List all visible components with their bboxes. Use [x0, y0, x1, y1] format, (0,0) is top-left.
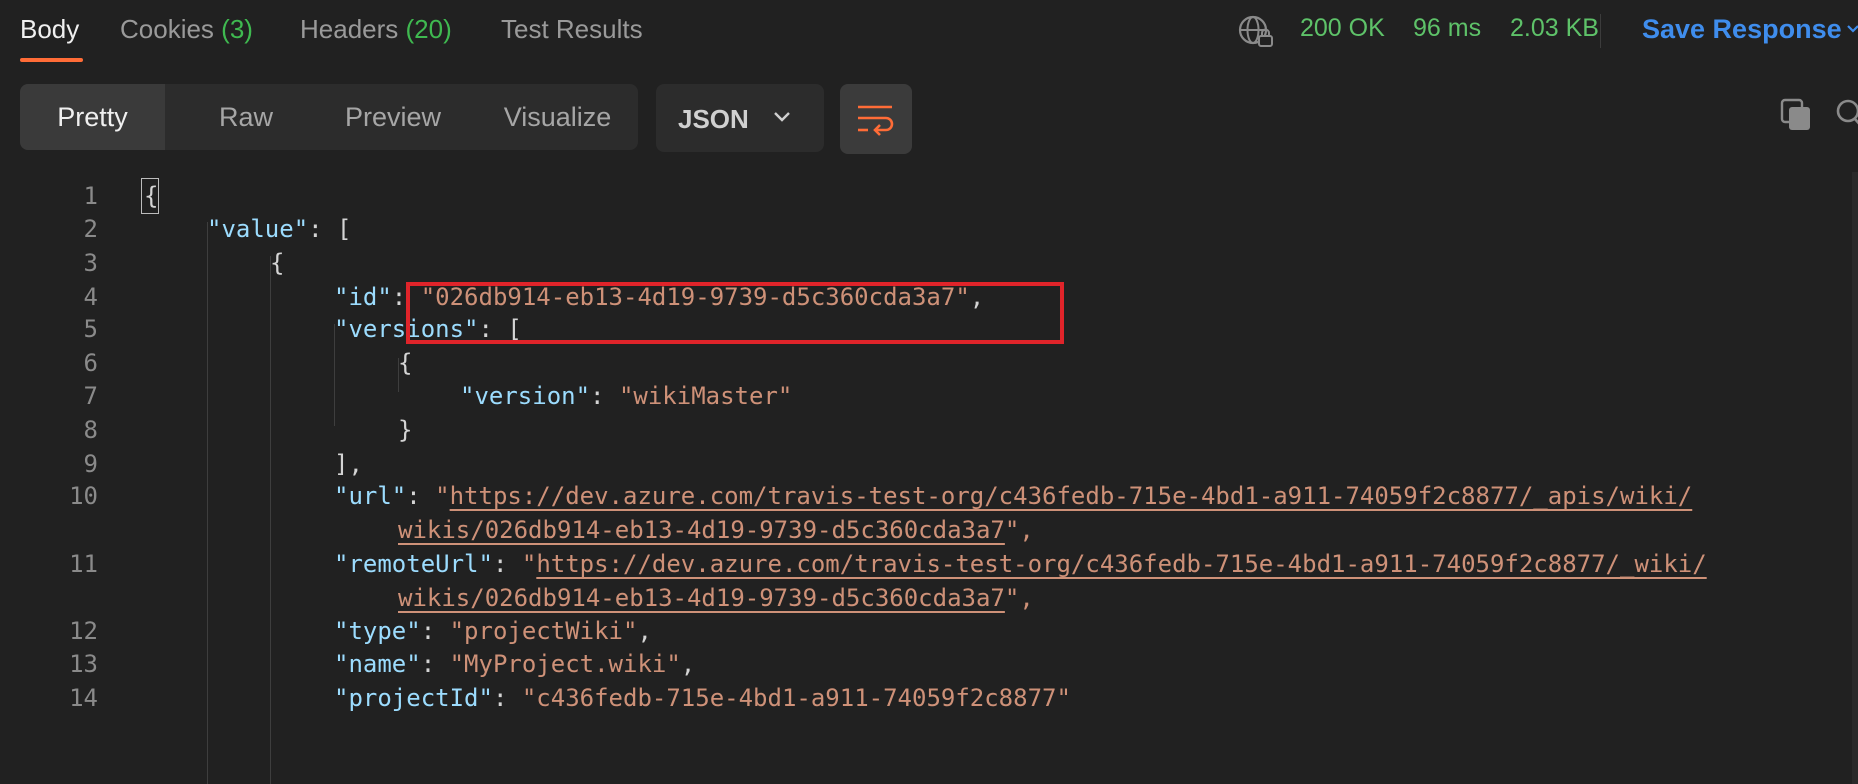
indent-guide [207, 222, 208, 784]
line-number: 14 [69, 684, 98, 712]
line-number: 11 [69, 550, 98, 578]
code-line-8: } [398, 416, 412, 444]
view-preview-button[interactable]: Preview [320, 84, 466, 150]
line-number: 13 [69, 650, 98, 678]
json-quote: " [521, 550, 537, 578]
format-select-value: JSON [678, 104, 749, 134]
json-quote: ", [1004, 584, 1034, 612]
json-punct: : [492, 550, 522, 578]
tab-test-results-label: Test Results [501, 14, 643, 44]
code-line-9: ], [334, 450, 363, 478]
json-punct: ], [334, 450, 363, 478]
code-line-2: "value": [ [207, 215, 352, 243]
response-time[interactable]: 96 ms [1413, 14, 1481, 43]
json-punct: : [406, 482, 436, 510]
json-string: "projectWiki" [449, 617, 638, 645]
code-line-10: "url": "https://dev.azure.com/travis-tes… [334, 482, 1692, 510]
chevron-down-icon[interactable] [1846, 22, 1858, 36]
wrap-lines-icon [858, 105, 894, 136]
tab-test-results[interactable]: Test Results [501, 14, 643, 45]
line-number: 3 [83, 249, 98, 277]
response-body-editor[interactable]: 1 2 3 4 5 6 7 8 9 10 11 12 13 14 { "valu… [0, 172, 1858, 784]
remote-url-link[interactable]: https://dev.azure.com/travis-test-org/c4… [536, 550, 1706, 578]
json-string: "c436fedb-715e-4bd1-a911-74059f2c8877" [521, 684, 1071, 712]
line-number: 2 [83, 215, 98, 243]
scrollbar[interactable] [1852, 172, 1858, 784]
line-number: 6 [83, 349, 98, 377]
code-line-3: { [270, 249, 284, 277]
line-number: 9 [83, 450, 98, 478]
line-number: 5 [83, 315, 98, 343]
json-key: "id" [334, 283, 392, 311]
tab-headers[interactable]: Headers (20) [300, 14, 452, 45]
json-punct: : [ [308, 215, 352, 243]
json-key: "name" [334, 650, 421, 678]
json-key: "projectId" [334, 684, 493, 712]
line-number: 7 [83, 382, 98, 410]
json-punct: : [420, 617, 450, 645]
line-number: 8 [83, 416, 98, 444]
line-number: 10 [69, 482, 98, 510]
json-string: "wikiMaster" [618, 382, 793, 410]
tab-body[interactable]: Body [20, 14, 79, 45]
json-brace: { [270, 249, 285, 277]
globe-lock-icon[interactable] [1237, 14, 1275, 50]
copy-icon[interactable] [1780, 98, 1812, 132]
code-line-11-wrap: wikis/026db914-eb13-4d19-9739-d5c360cda3… [398, 584, 1034, 612]
tab-body-label: Body [20, 14, 80, 44]
format-select[interactable]: JSON [656, 84, 824, 152]
indent-guide [270, 256, 271, 784]
active-tab-indicator [20, 58, 83, 62]
json-brace: } [398, 416, 413, 444]
url-link[interactable]: https://dev.azure.com/travis-test-org/c4… [450, 482, 1693, 510]
json-punct: : [420, 650, 450, 678]
response-tabs: Body Cookies (3) Headers (20) Test Resul… [0, 0, 1858, 66]
divider [1600, 14, 1601, 48]
code-line-13: "name": "MyProject.wiki", [334, 650, 695, 678]
json-punct: : [492, 684, 522, 712]
wrap-lines-button[interactable] [840, 84, 912, 154]
tab-cookies[interactable]: Cookies (3) [120, 14, 253, 45]
status-code[interactable]: 200 OK [1300, 14, 1385, 43]
chevron-down-icon [774, 112, 790, 122]
tab-cookies-label: Cookies [120, 14, 214, 44]
code-line-10-wrap: wikis/026db914-eb13-4d19-9739-d5c360cda3… [398, 516, 1034, 544]
tab-cookies-count: (3) [221, 14, 253, 44]
json-punct: , [637, 617, 652, 645]
json-quote: ", [1004, 516, 1034, 544]
url-link-continued[interactable]: wikis/026db914-eb13-4d19-9739-d5c360cda3… [398, 516, 1005, 544]
remote-url-link-continued[interactable]: wikis/026db914-eb13-4d19-9739-d5c360cda3… [398, 584, 1005, 612]
response-size[interactable]: 2.03 KB [1510, 14, 1599, 43]
json-key: "remoteUrl" [334, 550, 493, 578]
id-highlight-box [406, 282, 1064, 344]
view-visualize-button[interactable]: Visualize [485, 84, 630, 150]
code-line-7: "version": "wikiMaster" [460, 382, 792, 410]
line-number: 12 [69, 617, 98, 645]
view-mode-segmented-control: Pretty Raw Preview Visualize [20, 84, 638, 150]
json-punct: : [590, 382, 619, 410]
search-icon[interactable] [1832, 98, 1858, 130]
tab-headers-label: Headers [300, 14, 399, 44]
code-line-12: "type": "projectWiki", [334, 617, 652, 645]
save-response-button[interactable]: Save Response [1642, 14, 1842, 45]
code-line-11: "remoteUrl": "https://dev.azure.com/trav… [334, 550, 1707, 578]
view-pretty-button[interactable]: Pretty [20, 84, 165, 150]
line-number: 1 [83, 182, 98, 210]
json-string: "MyProject.wiki" [449, 650, 681, 678]
json-key: "version" [460, 382, 591, 410]
code-line-14: "projectId": "c436fedb-715e-4bd1-a911-74… [334, 684, 1071, 712]
json-brace: { [398, 349, 413, 377]
tab-headers-count: (20) [405, 14, 452, 44]
matching-brace-cursor [141, 178, 159, 214]
json-key: "url" [334, 482, 407, 510]
json-key: "value" [207, 215, 309, 243]
view-raw-button[interactable]: Raw [175, 84, 317, 150]
line-number: 4 [83, 283, 98, 311]
json-punct: , [680, 650, 696, 678]
json-quote: " [435, 482, 450, 510]
code-line-6: { [398, 349, 412, 377]
json-key: "type" [334, 617, 421, 645]
